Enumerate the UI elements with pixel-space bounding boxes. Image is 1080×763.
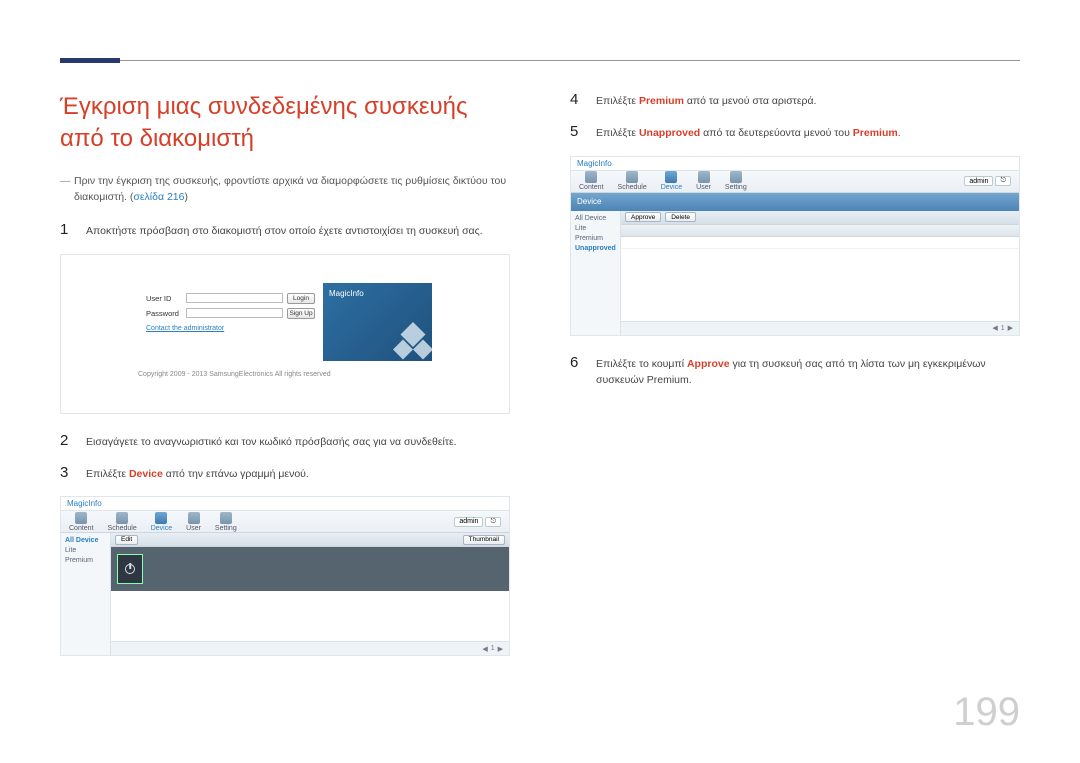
srv-brand-2: MagicInfo: [577, 159, 612, 168]
tab-setting[interactable]: Setting: [215, 512, 237, 532]
pager2-page: 1: [1001, 325, 1005, 332]
device-thumb[interactable]: [117, 554, 143, 584]
step-3-num: 3: [60, 464, 72, 481]
step-5: 5 Επιλέξτε Unapproved από τα δευτερεύοντ…: [570, 123, 1020, 141]
user-id-label: User ID: [146, 294, 182, 303]
user-id-input[interactable]: [186, 293, 283, 303]
signup-button[interactable]: Sign Up: [287, 308, 315, 319]
action-edit[interactable]: Edit: [115, 535, 138, 545]
tab2-content[interactable]: Content: [579, 171, 604, 191]
note-dash: ―: [60, 174, 71, 190]
side-premium[interactable]: Premium: [65, 557, 106, 564]
magicinfo-brand: MagicInfo: [329, 289, 426, 298]
srv-user-chip[interactable]: admin: [454, 517, 483, 527]
side2-unapproved[interactable]: Unapproved: [575, 245, 616, 252]
note-text-post: ): [185, 191, 189, 203]
page-link[interactable]: σελίδα 216: [133, 191, 184, 203]
login-button[interactable]: Login: [287, 293, 315, 304]
password-label: Password: [146, 309, 182, 318]
action-thumbnail[interactable]: Thumbnail: [463, 535, 505, 545]
password-input[interactable]: [186, 308, 283, 318]
left-column: Έγκριση μιας συνδεδεμένης συσκευής από τ…: [60, 91, 510, 763]
step-4-num: 4: [570, 91, 582, 108]
unapproved-screenshot: MagicInfo Content Schedule Device User S…: [570, 156, 1020, 336]
table-row[interactable]: [621, 237, 1019, 249]
login-copyright: Copyright 2009 - 2013 SamsungElectronics…: [138, 371, 432, 378]
tab2-user[interactable]: User: [696, 171, 711, 191]
srv-logout-chip[interactable]: ⎋: [485, 517, 501, 527]
tab-schedule[interactable]: Schedule: [108, 512, 137, 532]
power-icon: [125, 564, 135, 574]
srv2-logout-chip[interactable]: ⎋: [995, 176, 1011, 186]
step-4: 4 Επιλέξτε Premium από τα μενού στα αρισ…: [570, 91, 1020, 109]
side2-all[interactable]: All Device: [575, 215, 616, 222]
step-4-text: Επιλέξτε Premium από τα μενού στα αριστε…: [596, 93, 816, 109]
srv-section-head: Device: [571, 193, 1019, 211]
page-number: 199: [953, 690, 1020, 735]
step-2: 2 Εισαγάγετε το αναγνωριστικό και τον κω…: [60, 432, 510, 450]
pre-note: ― Πριν την έγκριση της συσκευής, φροντίσ…: [60, 174, 510, 206]
kw-unapproved: Unapproved: [639, 127, 700, 139]
login-decor-shape: [388, 317, 432, 361]
delete-button[interactable]: Delete: [665, 212, 696, 222]
step-6-num: 6: [570, 354, 582, 371]
step-2-text: Εισαγάγετε το αναγνωριστικό και τον κωδι…: [86, 434, 457, 450]
step-3-text: Επιλέξτε Device από την επάνω γραμμή μεν…: [86, 466, 309, 482]
top-rule: [60, 60, 1020, 61]
right-column: 4 Επιλέξτε Premium από τα μενού στα αρισ…: [570, 91, 1020, 763]
pager-page: 1: [491, 645, 495, 652]
tab2-device[interactable]: Device: [661, 171, 682, 191]
step-3: 3 Επιλέξτε Device από την επάνω γραμμή μ…: [60, 464, 510, 482]
login-screenshot: User ID Login Password Sign Up Contact t…: [60, 254, 510, 414]
side2-lite[interactable]: Lite: [575, 225, 616, 232]
page-title: Έγκριση μιας συνδεδεμένης συσκευής από τ…: [60, 91, 510, 156]
kw-premium-2: Premium: [853, 127, 898, 139]
side-all-device[interactable]: All Device: [65, 537, 106, 544]
step-5-text: Επιλέξτε Unapproved από τα δευτερεύοντα …: [596, 125, 901, 141]
tab2-schedule[interactable]: Schedule: [618, 171, 647, 191]
step-6: 6 Επιλέξτε το κουμπί Approve για τη συσκ…: [570, 354, 1020, 389]
contact-admin-link[interactable]: Contact the administrator: [146, 325, 315, 332]
kw-premium: Premium: [639, 95, 684, 107]
tab-user[interactable]: User: [186, 512, 201, 532]
table-head: [621, 225, 1019, 237]
step-2-num: 2: [60, 432, 72, 449]
step-1-num: 1: [60, 221, 72, 238]
device-screenshot: MagicInfo Content Schedule Device User S…: [60, 496, 510, 656]
step-1-text: Αποκτήστε πρόσβαση στο διακομιστή στον ο…: [86, 223, 483, 239]
srv-brand: MagicInfo: [67, 499, 102, 508]
tab2-setting[interactable]: Setting: [725, 171, 747, 191]
tab-device[interactable]: Device: [151, 512, 172, 532]
step-1: 1 Αποκτήστε πρόσβαση στο διακομιστή στον…: [60, 221, 510, 239]
kw-device: Device: [129, 468, 163, 480]
side2-premium[interactable]: Premium: [575, 235, 616, 242]
step-5-num: 5: [570, 123, 582, 140]
approve-button[interactable]: Approve: [625, 212, 661, 222]
side-lite[interactable]: Lite: [65, 547, 106, 554]
kw-approve: Approve: [687, 358, 730, 370]
srv2-user-chip[interactable]: admin: [964, 176, 993, 186]
tab-content[interactable]: Content: [69, 512, 94, 532]
step-6-text: Επιλέξτε το κουμπί Approve για τη συσκευ…: [596, 356, 1020, 389]
